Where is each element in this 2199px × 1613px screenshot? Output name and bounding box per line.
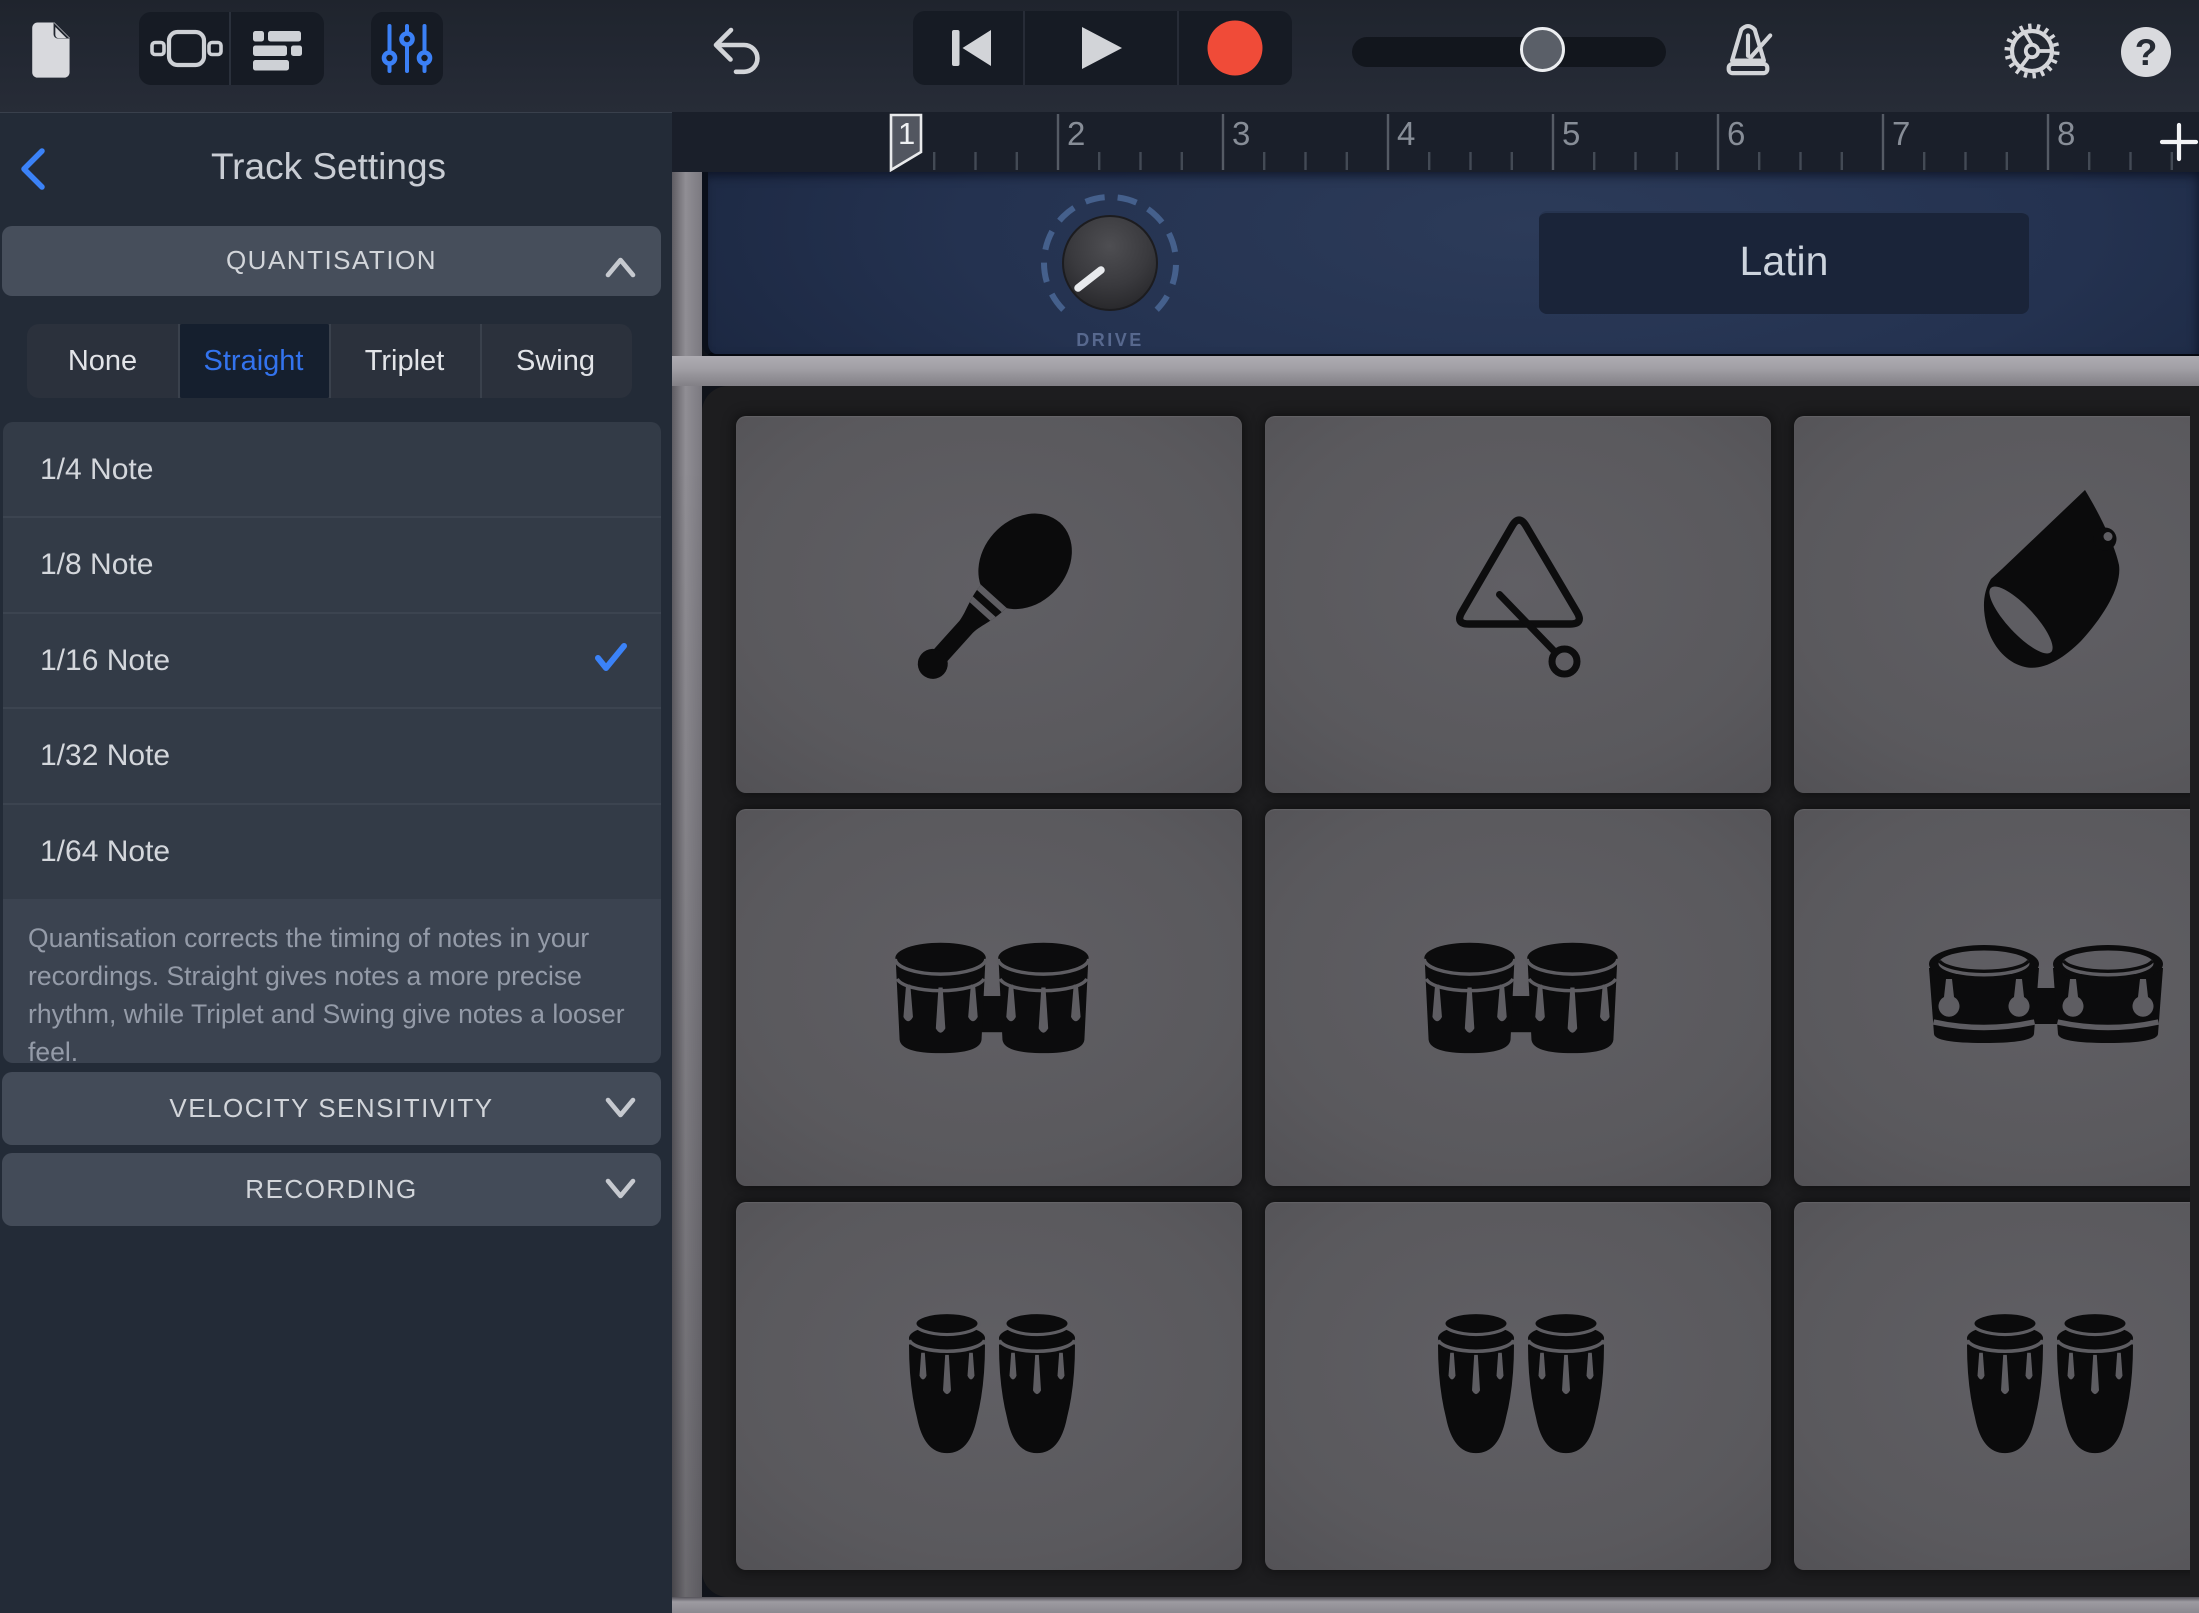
- svg-text:8: 8: [2057, 115, 2075, 152]
- svg-text:2: 2: [1067, 115, 1085, 152]
- svg-text:5: 5: [1562, 115, 1580, 152]
- svg-text:3: 3: [1232, 115, 1250, 152]
- svg-text:4: 4: [1397, 115, 1415, 152]
- svg-text:1: 1: [898, 116, 915, 151]
- svg-text:7: 7: [1892, 115, 1910, 152]
- svg-text:6: 6: [1727, 115, 1745, 152]
